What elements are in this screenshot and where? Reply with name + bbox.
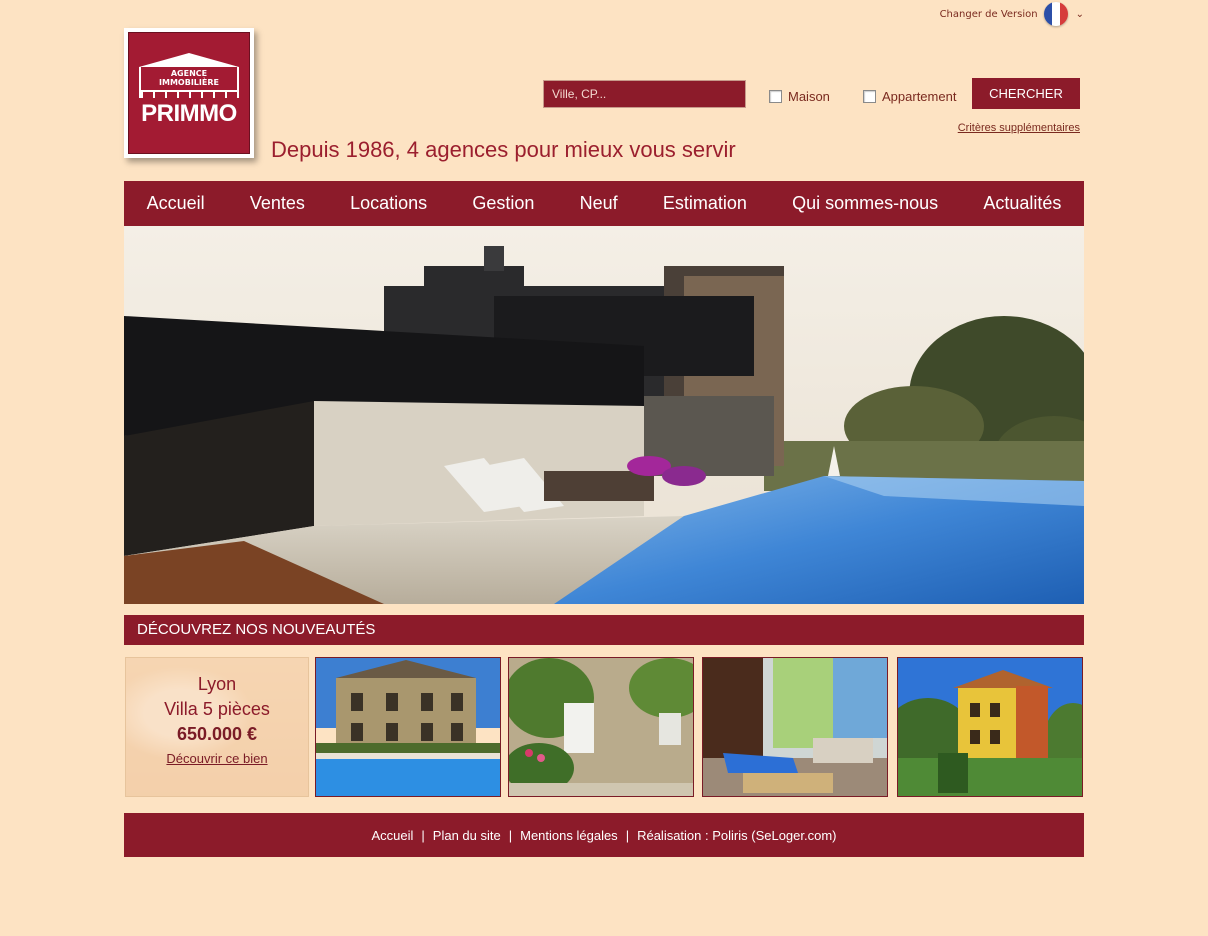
nav-item-estimation[interactable]: Estimation [657, 193, 753, 214]
nav-item-locations[interactable]: Locations [344, 193, 433, 214]
chevron-down-icon[interactable]: ⌄ [1076, 9, 1084, 20]
footer-link-realisation[interactable]: Réalisation : Poliris (SeLoger.com) [637, 828, 836, 843]
hero-image [124, 226, 1084, 604]
footer-link-accueil[interactable]: Accueil [371, 828, 413, 843]
page: Changer de Version ⌄ AGENCE IMMOBILIÈRE … [124, 0, 1084, 936]
nav-item-accueil[interactable]: Accueil [141, 193, 211, 214]
nouveautes-header: DÉCOUVREZ NOS NOUVEAUTÉS [124, 615, 1084, 645]
france-flag-icon[interactable] [1043, 2, 1068, 26]
logo-name: PRIMMO [141, 99, 237, 127]
logo-agency-text: AGENCE IMMOBILIÈRE [139, 66, 239, 92]
listing-type: Villa 5 pièces [164, 699, 270, 719]
footer-separator: | [421, 827, 425, 843]
search-button[interactable]: CHERCHER [972, 78, 1080, 109]
property-thumbnail[interactable] [315, 657, 501, 797]
logo-pillars-icon [139, 91, 239, 98]
footer-separator: | [508, 827, 513, 843]
footer-separator: | [625, 827, 630, 843]
logo-line1: AGENCE [170, 68, 208, 78]
nav-item-ventes[interactable]: Ventes [244, 193, 311, 214]
language-switcher-label: Changer de Version [939, 8, 1038, 20]
appartement-checkbox-label: Appartement [882, 89, 957, 104]
more-criteria-link[interactable]: Critères supplémentaires [958, 122, 1080, 134]
main-nav: Accueil Ventes Locations Gestion Neuf Es… [124, 181, 1084, 226]
footer: Accueil | Plan du site | Mentions légale… [124, 813, 1084, 857]
logo-badge: AGENCE IMMOBILIÈRE PRIMMO [128, 32, 250, 154]
footer-link-plan-du-site[interactable]: Plan du site [433, 828, 501, 843]
city-search-input[interactable] [543, 80, 746, 108]
property-thumbnail[interactable] [897, 657, 1083, 797]
listing-link[interactable]: Découvrir ce bien [166, 751, 267, 766]
tagline: Depuis 1986, 4 agences pour mieux vous s… [271, 137, 736, 162]
nouveautes-title-prefix: DÉCOUVREZ NOS [137, 621, 273, 638]
checkbox-box[interactable] [863, 90, 876, 103]
property-thumbnail[interactable] [508, 657, 694, 797]
featured-listing[interactable]: Lyon Villa 5 pièces 650.000 € Découvrir … [125, 657, 309, 797]
listing-city: Lyon [197, 674, 237, 694]
logo[interactable]: AGENCE IMMOBILIÈRE PRIMMO [124, 28, 254, 158]
logo-roof-icon [139, 52, 239, 67]
nav-item-qui-sommes-nous[interactable]: Qui sommes-nous [786, 193, 944, 214]
nav-item-actualites[interactable]: Actualités [977, 193, 1067, 214]
property-thumbnail[interactable] [702, 657, 888, 797]
checkbox-box[interactable] [769, 90, 782, 103]
maison-checkbox-label: Maison [788, 89, 830, 104]
listing-price: 650.000 € [176, 724, 258, 744]
language-switcher[interactable]: Changer de Version ⌄ [940, 2, 1084, 26]
nav-item-gestion[interactable]: Gestion [466, 193, 540, 214]
footer-link-mentions-legales[interactable]: Mentions légales [520, 828, 618, 843]
maison-checkbox[interactable]: Maison [769, 89, 830, 104]
appartement-checkbox[interactable]: Appartement [863, 89, 956, 104]
nav-item-neuf[interactable]: Neuf [574, 193, 624, 214]
nouveautes-title-strong: NOUVEAUTÉS [272, 621, 376, 638]
logo-line2: IMMOBILIÈRE [159, 77, 219, 87]
